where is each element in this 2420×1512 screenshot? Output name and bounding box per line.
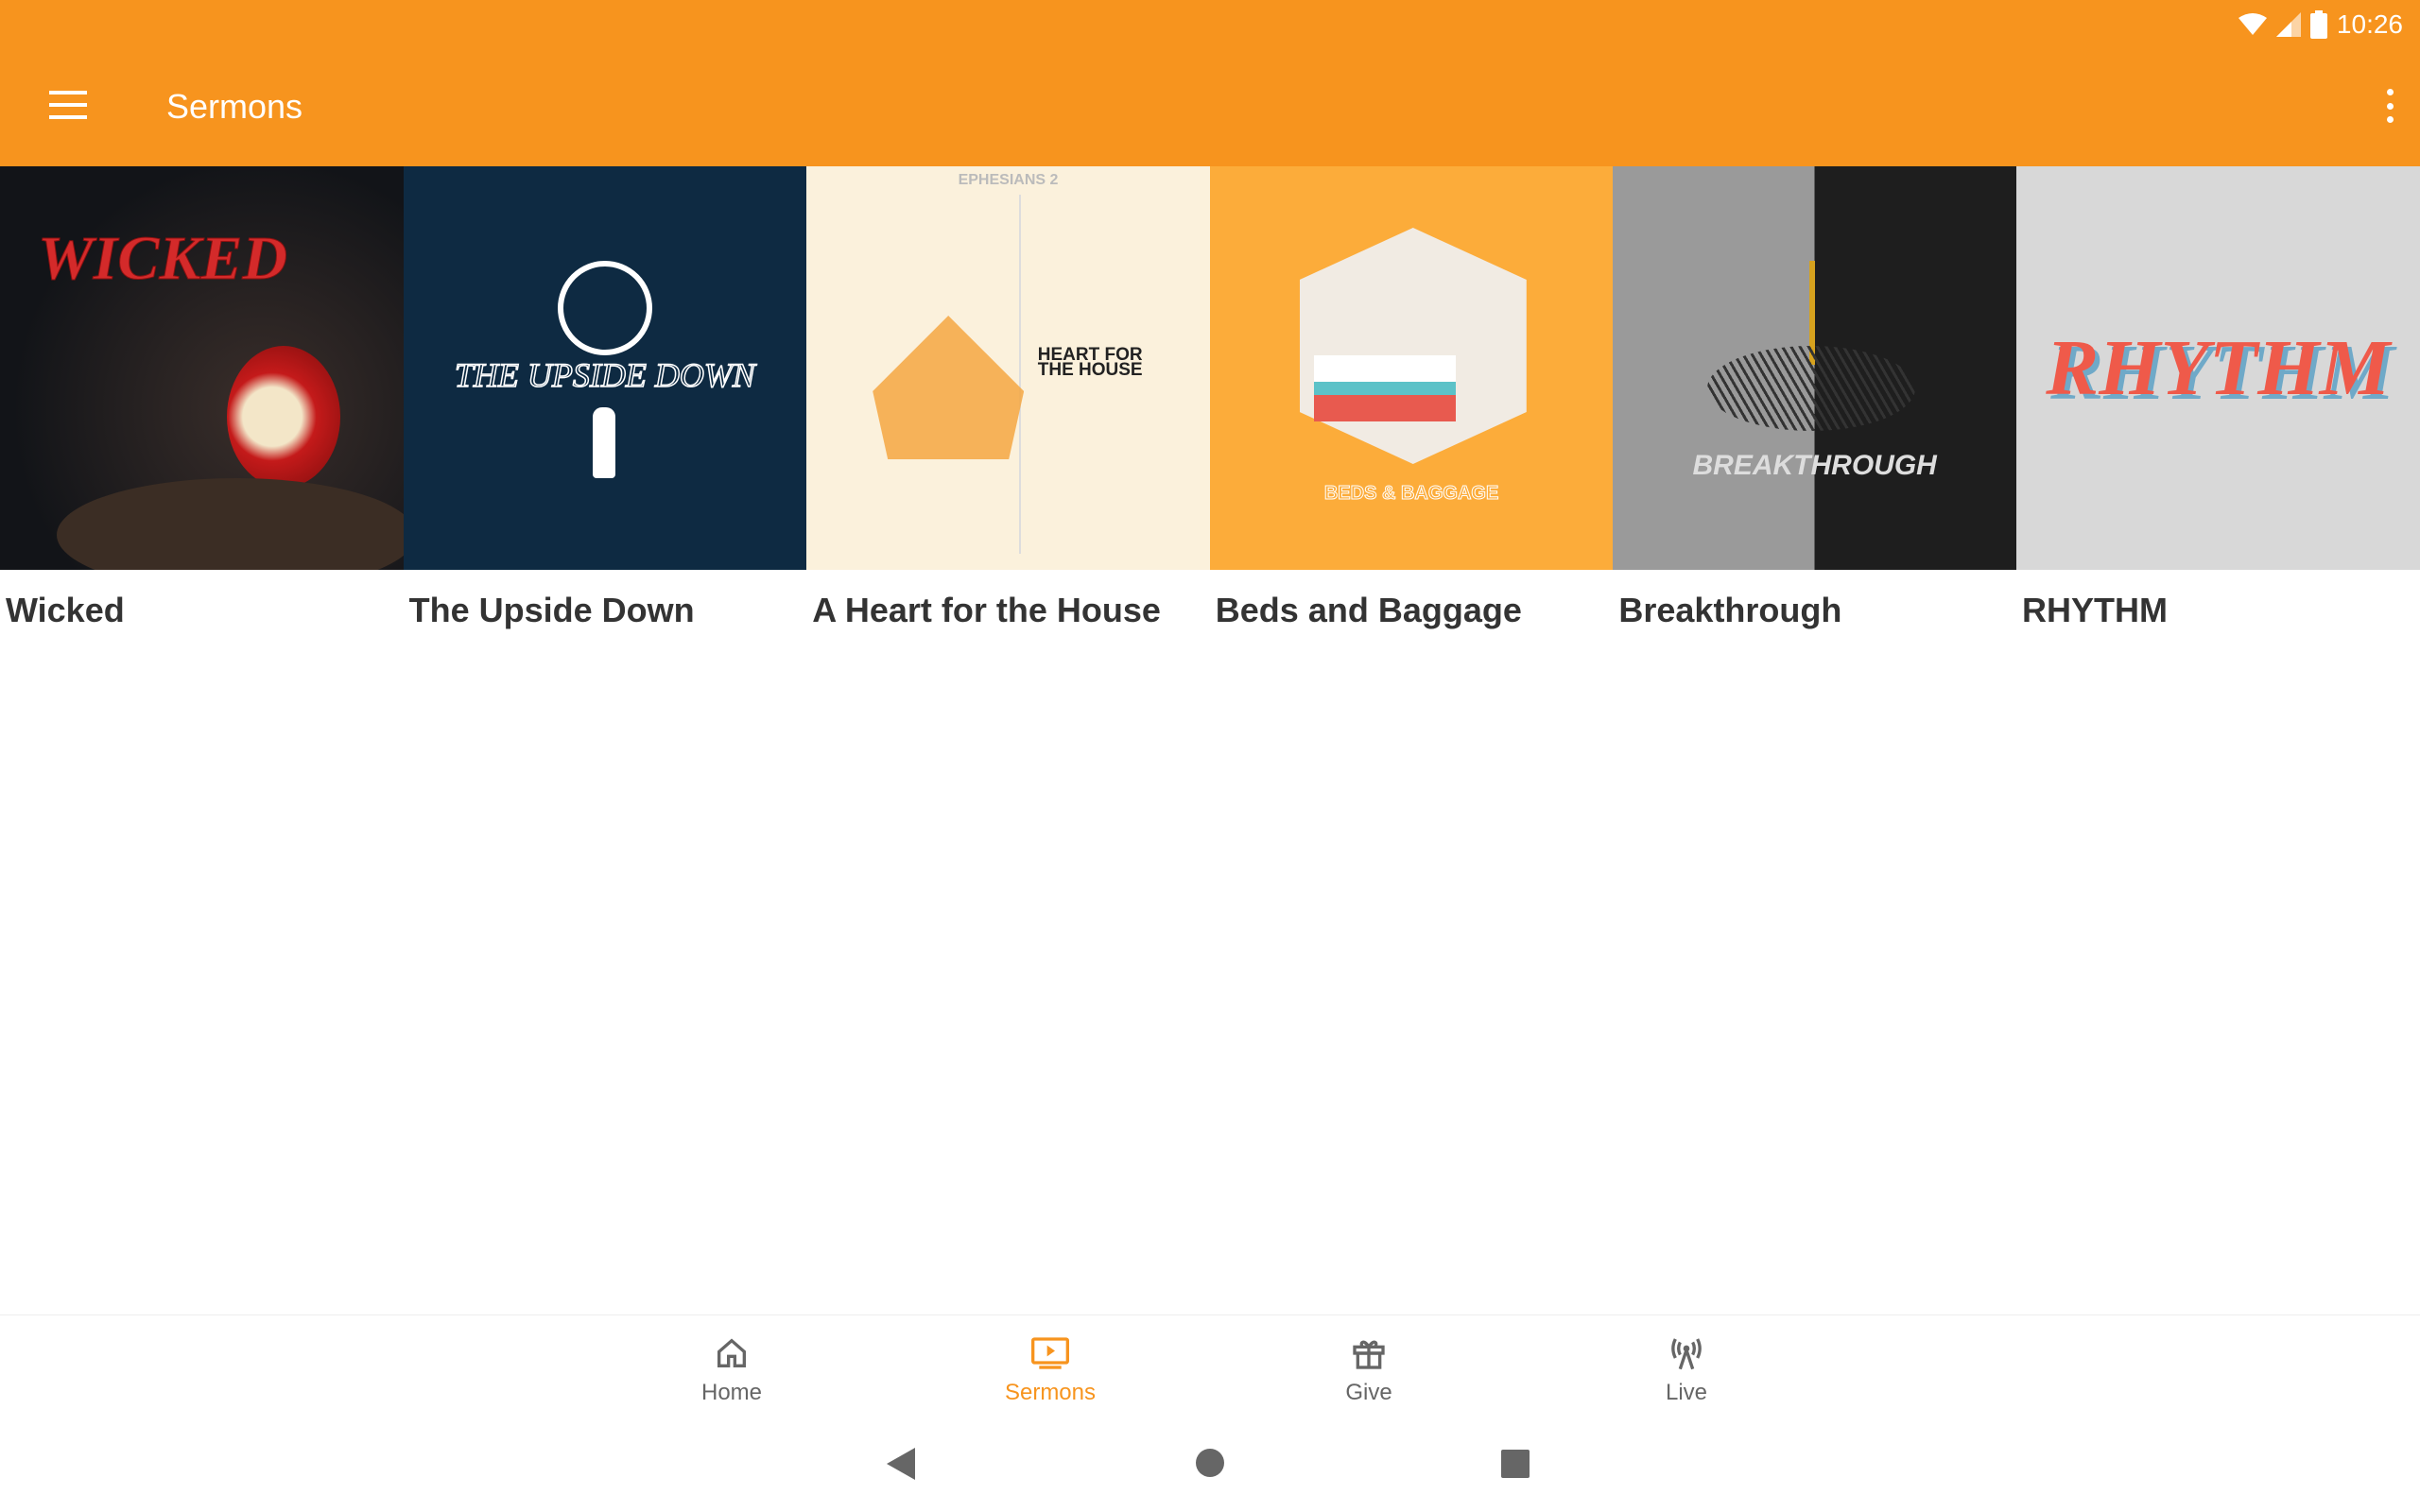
sermon-title: A Heart for the House xyxy=(812,591,1161,629)
nav-live[interactable]: Live xyxy=(1592,1334,1781,1406)
sermon-card[interactable]: WICKED Wicked xyxy=(0,166,404,630)
sermon-grid: WICKED Wicked THE UPSIDE DOWN The Upside… xyxy=(0,166,2420,630)
sermon-artwork: RHYTHM xyxy=(2015,166,2420,570)
sermon-artwork: THE UPSIDE DOWN xyxy=(403,166,807,570)
battery-icon xyxy=(2309,10,2327,39)
nav-label: Live xyxy=(1665,1380,1708,1405)
sermon-card[interactable]: EPHESIANS 2 HEART FOR THE HOUSE A Heart … xyxy=(806,166,1210,630)
nav-home[interactable]: Home xyxy=(637,1334,826,1406)
signal-icon xyxy=(2275,12,2301,37)
nav-label: Sermons xyxy=(1004,1380,1097,1405)
sermon-card[interactable]: BREAKTHROUGH Breakthrough xyxy=(1613,166,2016,630)
app-bar: 10:26 Sermons xyxy=(0,0,2420,166)
sermon-card[interactable]: BEDS & BAGGAGE Beds and Baggage xyxy=(1209,166,1614,630)
clock: 10:26 xyxy=(2336,9,2403,39)
status-bar: 10:26 xyxy=(2238,6,2403,43)
nav-sermons[interactable]: Sermons xyxy=(956,1334,1145,1406)
artwork-text: BEDS & BAGGAGE xyxy=(1323,483,1499,505)
tv-play-icon xyxy=(1031,1337,1069,1369)
broadcast-icon xyxy=(1671,1338,1702,1370)
nav-label: Home xyxy=(700,1380,763,1405)
artwork-text: BREAKTHROUGH xyxy=(1692,450,1937,481)
sermon-title: Beds and Baggage xyxy=(1215,591,1522,629)
back-icon[interactable] xyxy=(887,1448,917,1480)
page-title: Sermons xyxy=(166,87,303,126)
wifi-icon xyxy=(2238,13,2267,35)
sermon-artwork: WICKED xyxy=(0,166,404,570)
sermon-artwork: EPHESIANS 2 HEART FOR THE HOUSE xyxy=(806,166,1210,570)
nav-label: Give xyxy=(1345,1380,1392,1405)
artwork-text: HEART FOR THE HOUSE xyxy=(1037,345,1143,380)
nav-give[interactable]: Give xyxy=(1274,1334,1463,1406)
menu-button[interactable] xyxy=(49,91,87,119)
artwork-text: WICKED xyxy=(37,224,288,294)
sermon-title: RHYTHM xyxy=(2021,591,2168,629)
artwork-text: RHYTHM xyxy=(2046,324,2391,412)
sermon-card[interactable]: RHYTHM RHYTHM xyxy=(2015,166,2420,630)
sermon-title: The Upside Down xyxy=(408,591,695,629)
artwork-subtext: EPHESIANS 2 xyxy=(958,172,1059,188)
sermon-card[interactable]: THE UPSIDE DOWN The Upside Down xyxy=(403,166,807,630)
more-options-button[interactable] xyxy=(2384,89,2395,123)
home-icon xyxy=(717,1338,746,1367)
home-circle-icon[interactable] xyxy=(1195,1448,1225,1478)
gift-icon xyxy=(1353,1340,1385,1369)
sermon-artwork: BREAKTHROUGH xyxy=(1613,166,2016,570)
sermon-title: Wicked xyxy=(6,591,125,629)
system-navigation-bar xyxy=(0,1446,2420,1484)
recents-icon[interactable] xyxy=(1501,1450,1530,1478)
artwork-text: THE UPSIDE DOWN xyxy=(454,355,755,395)
sermon-title: Breakthrough xyxy=(1618,591,1842,629)
bottom-navigation: Home Sermons Give Live xyxy=(0,1314,2420,1428)
sermon-artwork: BEDS & BAGGAGE xyxy=(1209,166,1614,570)
